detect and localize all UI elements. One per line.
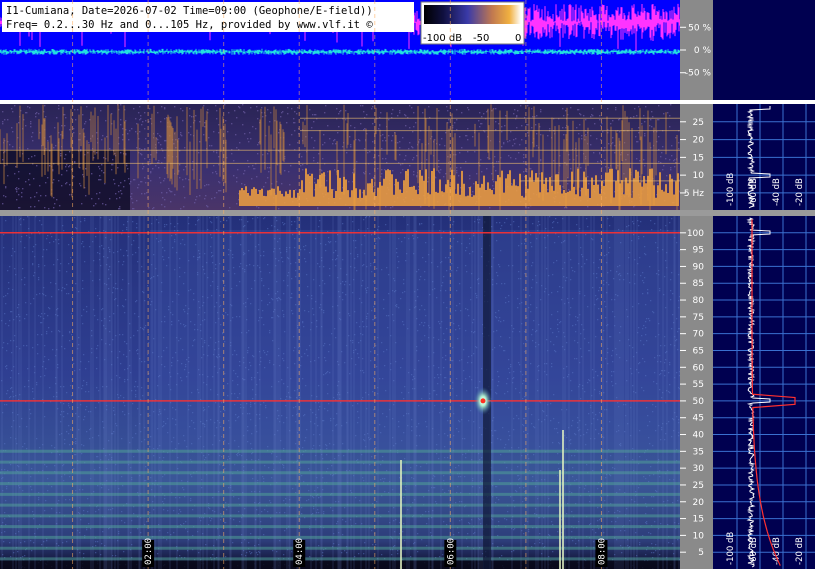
high-tick-label: 70 [693, 330, 705, 340]
low-tick-label: 10 [693, 171, 705, 181]
panel-separator-top [0, 100, 713, 104]
spectrum-separator-top [713, 100, 815, 104]
colorbar-label-min: -100 dB [423, 33, 462, 44]
high-tick-label: 25 [693, 481, 704, 491]
high-tick-label: 35 [693, 447, 704, 457]
chart-canvas: 50 % 0 % -50 % I1-Cumiana, Date=2026-07-02… [0, 0, 815, 569]
high-tick-label: 10 [693, 531, 705, 541]
time-label: 06:00 [446, 538, 456, 565]
high-tick-label: 80 [693, 296, 705, 306]
high-tick-label: 40 [693, 431, 705, 441]
high-tick-label: 65 [693, 346, 704, 356]
high-tick-label: 95 [693, 246, 704, 256]
vlf-monitor-chart: 50 % 0 % -50 % I1-Cumiana, Date=2026-07-02… [0, 0, 815, 569]
time-label: 08:00 [597, 538, 607, 565]
high-tick-label: 30 [693, 464, 705, 474]
colorbar-label-mid: -50 [473, 33, 489, 44]
high-tick-label: 85 [693, 279, 704, 289]
low-tick-label: 15 [693, 153, 704, 163]
header-box: I1-Cumiana, Date=2026-07-02 Time=09:00 (… [2, 2, 414, 32]
high-tick-label: 90 [693, 262, 705, 272]
high-tick-label: 60 [693, 363, 705, 373]
colorbar-gradient [424, 5, 521, 24]
low-tick-label: 20 [693, 136, 705, 146]
high-hotspot-core [480, 398, 486, 404]
high-tick-label: 5 [698, 548, 704, 558]
spectrum-low-db-label: -40 dB [772, 178, 782, 206]
low-tick-label: 25 [693, 118, 704, 128]
spectrogram-low [0, 104, 682, 210]
spectrum-low-db-label: -100 dB [726, 173, 736, 206]
panel-separator-mid [0, 210, 713, 216]
time-label: 04:00 [295, 538, 305, 565]
spectrum-separator-mid [713, 210, 815, 216]
amplitude-tick-label: 0 % [694, 46, 712, 56]
colorbar: -100 dB -50 0 [420, 1, 525, 45]
time-label: 02:00 [144, 538, 154, 565]
high-tick-label: 50 [693, 397, 705, 407]
spectrum-low-db-label: -20 dB [795, 178, 805, 206]
spectrogram-high [0, 216, 682, 569]
high-tick-label: 15 [693, 515, 704, 525]
high-tick-label: 75 [693, 313, 704, 323]
spectrum-high-db-label: -100 dB [726, 532, 736, 565]
high-tick-label: 55 [693, 380, 704, 390]
high-tick-label: 100 [687, 229, 704, 239]
colorbar-label-max: 0 [515, 33, 521, 44]
amplitude-tick-label: -50 % [685, 69, 712, 79]
amplitude-tick-label: 50 % [688, 23, 711, 33]
spectrum-panel-background [713, 0, 815, 569]
spectrum-high-db-label: -20 dB [795, 537, 805, 565]
header-line2: Freq= 0.2...30 Hz and 0...105 Hz, provid… [6, 19, 373, 31]
high-tick-label: 45 [693, 414, 704, 424]
header-line1: I1-Cumiana, Date=2026-07-02 Time=09:00 (… [6, 5, 373, 17]
high-tick-label: 20 [693, 498, 705, 508]
low-tick-label: 5 Hz [684, 189, 704, 199]
